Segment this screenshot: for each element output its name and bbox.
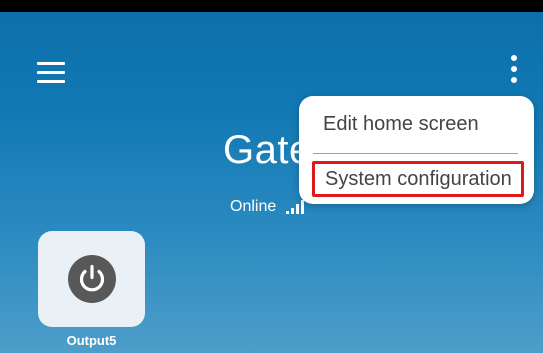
menu-item-system-configuration[interactable]: System configuration	[312, 161, 524, 197]
status-bar	[0, 0, 543, 12]
device-status-text: Online	[230, 198, 277, 215]
hamburger-menu-icon[interactable]	[37, 62, 65, 84]
overflow-menu: Edit home screen System configuration	[299, 96, 534, 204]
signal-strength-icon	[286, 200, 308, 214]
device-status-row: Online	[230, 196, 308, 218]
power-button[interactable]	[68, 255, 116, 303]
power-icon	[79, 264, 105, 292]
app-screen: Gate Online Output5 Edit home screen Sys…	[0, 0, 543, 353]
more-vertical-icon[interactable]	[506, 55, 522, 85]
output-tile[interactable]	[38, 231, 145, 327]
menu-divider	[313, 153, 518, 154]
menu-item-edit-home-screen[interactable]: Edit home screen	[299, 113, 534, 136]
output-tile-label: Output5	[66, 333, 117, 348]
